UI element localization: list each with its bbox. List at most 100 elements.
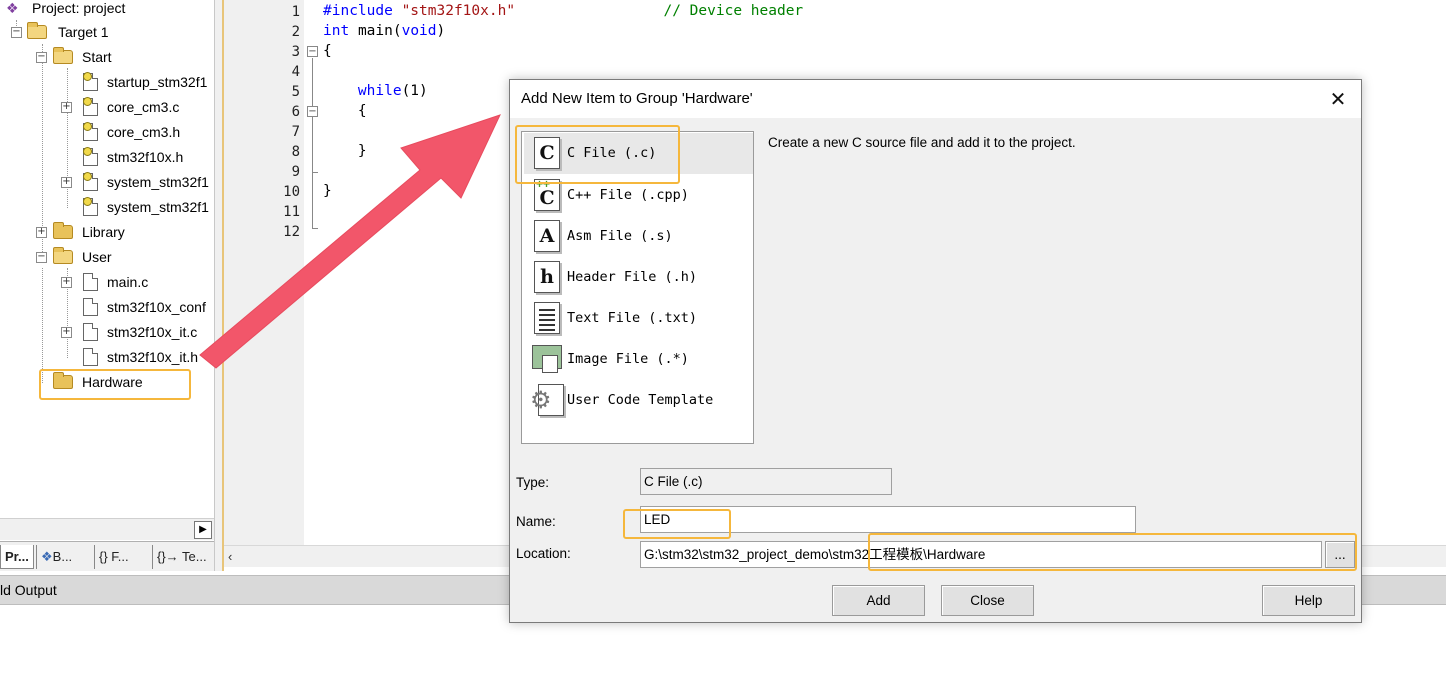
fold-line xyxy=(312,172,318,173)
project-tree-panel: ❖ Project: project − Target 1 − Start st… xyxy=(0,0,214,518)
expand-icon[interactable]: + xyxy=(61,277,72,288)
list-item-user-code-template[interactable]: ⚙ User Code Template xyxy=(524,380,753,421)
project-panel-tabs: Pr... ❖B... {} F... {}→ Te... xyxy=(0,541,214,571)
header-file-icon: h xyxy=(532,261,562,294)
gear-icon: ⚙ xyxy=(530,384,564,417)
expand-icon[interactable]: + xyxy=(61,102,72,113)
panel-splitter[interactable] xyxy=(214,0,222,571)
tree-group-label: User xyxy=(82,249,112,265)
tree-horizontal-scrollbar[interactable]: ▶ xyxy=(0,518,214,540)
key-icon xyxy=(83,147,92,156)
line-number: 5 xyxy=(291,84,300,100)
tab-project[interactable]: Pr... xyxy=(0,545,34,569)
fold-column: − − xyxy=(304,0,320,545)
file-icon xyxy=(83,348,98,366)
dialog-titlebar: Add New Item to Group 'Hardware' ✕ xyxy=(510,80,1361,118)
location-input[interactable]: G:\stm32\stm32_project_demo\stm32工程模板\Ha… xyxy=(640,541,1322,568)
fold-collapse-icon[interactable]: − xyxy=(307,46,318,57)
list-item-label: Text File (.txt) xyxy=(567,310,698,326)
list-item-label: Asm File (.s) xyxy=(567,228,673,244)
code-line-1[interactable]: #include "stm32f10x.h" // Device header xyxy=(323,3,803,19)
expand-icon[interactable]: + xyxy=(36,227,47,238)
key-icon xyxy=(83,97,92,106)
tree-file-label: core_cm3.h xyxy=(107,124,181,140)
code-line-3[interactable]: { xyxy=(323,43,332,59)
tree-file-label: stm32f10x_it.c xyxy=(107,324,198,340)
help-button[interactable]: Help xyxy=(1262,585,1355,616)
line-number: 1 xyxy=(291,4,300,20)
type-field: C File (.c) xyxy=(640,468,892,495)
list-item-label: Image File (.*) xyxy=(567,351,689,367)
folder-open-icon xyxy=(53,47,73,64)
code-line-8[interactable]: } xyxy=(323,143,367,159)
tree-project-label: Project: project xyxy=(32,0,126,16)
text-file-icon xyxy=(532,302,562,335)
code-line-6[interactable]: { xyxy=(323,103,367,119)
scroll-left-icon[interactable]: ‹ xyxy=(228,548,246,566)
code-line-10[interactable]: } xyxy=(323,183,332,199)
list-item-image-file[interactable]: Image File (.*) xyxy=(524,339,753,380)
tree-file-label: system_stm32f1 xyxy=(107,174,209,190)
code-line-5[interactable]: while(1) xyxy=(323,83,428,99)
hardware-highlight-box xyxy=(39,369,191,400)
close-icon[interactable]: ✕ xyxy=(1323,84,1353,114)
add-button[interactable]: Add xyxy=(832,585,925,616)
tab-functions[interactable]: {} F... xyxy=(94,545,150,569)
browse-button[interactable]: ... xyxy=(1325,541,1355,568)
tree-group-label: Start xyxy=(82,49,112,65)
collapse-icon[interactable]: − xyxy=(36,252,47,263)
line-number: 6 xyxy=(291,104,300,120)
file-icon xyxy=(83,323,98,341)
expand-icon[interactable]: + xyxy=(61,327,72,338)
tree-file-label: main.c xyxy=(107,274,149,290)
key-icon xyxy=(83,72,92,81)
tab-templates[interactable]: {}→ Te... xyxy=(152,545,212,569)
code-line-2[interactable]: int main(void) xyxy=(323,23,445,39)
list-item-asm-file[interactable]: A Asm File (.s) xyxy=(524,216,753,257)
name-input[interactable]: LED xyxy=(640,506,1136,533)
fold-collapse-icon[interactable]: − xyxy=(307,106,318,117)
line-number: 12 xyxy=(283,224,300,240)
line-number: 3 xyxy=(291,44,300,60)
name-label: Name: xyxy=(516,514,556,529)
list-item-label: C++ File (.cpp) xyxy=(567,187,689,203)
expand-icon[interactable]: + xyxy=(61,177,72,188)
tree-target-label: Target 1 xyxy=(58,24,109,40)
file-icon xyxy=(83,273,98,291)
tab-books[interactable]: ❖B... xyxy=(36,545,92,569)
line-number: 9 xyxy=(291,164,300,180)
list-item-header-file[interactable]: h Header File (.h) xyxy=(524,257,753,298)
tree-file-label: system_stm32f1 xyxy=(107,199,209,215)
add-new-item-dialog: Add New Item to Group 'Hardware' ✕ C C F… xyxy=(509,79,1362,623)
file-icon xyxy=(83,298,98,316)
tree-file-label: stm32f10x_it.h xyxy=(107,349,199,365)
line-number: 11 xyxy=(283,204,300,220)
image-file-icon xyxy=(532,343,562,376)
list-item-label: Header File (.h) xyxy=(567,269,698,285)
key-icon xyxy=(83,172,92,181)
line-number-gutter: 1 2 3 4 5 6 7 8 9 10 11 12 xyxy=(224,0,304,545)
c-file-highlight-box xyxy=(515,125,680,184)
tree-file-label: startup_stm32f1 xyxy=(107,74,208,90)
list-item-text-file[interactable]: Text File (.txt) xyxy=(524,298,753,339)
target-icon xyxy=(27,22,47,39)
close-button[interactable]: Close xyxy=(941,585,1034,616)
tree-line xyxy=(42,268,43,383)
asm-file-icon: A xyxy=(532,220,562,253)
folder-icon xyxy=(53,222,73,239)
list-item-label: User Code Template xyxy=(567,392,714,408)
tree-group-label: Library xyxy=(82,224,125,240)
line-number: 4 xyxy=(291,64,300,80)
line-number: 7 xyxy=(291,124,300,140)
dialog-title: Add New Item to Group 'Hardware' xyxy=(521,90,753,107)
key-icon xyxy=(83,197,92,206)
line-number: 10 xyxy=(283,184,300,200)
collapse-icon[interactable]: − xyxy=(36,52,47,63)
build-output-title: ld Output xyxy=(0,582,57,598)
location-label: Location: xyxy=(516,546,571,561)
fold-line xyxy=(312,58,313,228)
collapse-icon[interactable]: − xyxy=(11,27,22,38)
key-icon xyxy=(83,122,92,131)
tree-file-label: stm32f10x_conf xyxy=(107,299,206,315)
scroll-right-icon[interactable]: ▶ xyxy=(194,521,212,539)
